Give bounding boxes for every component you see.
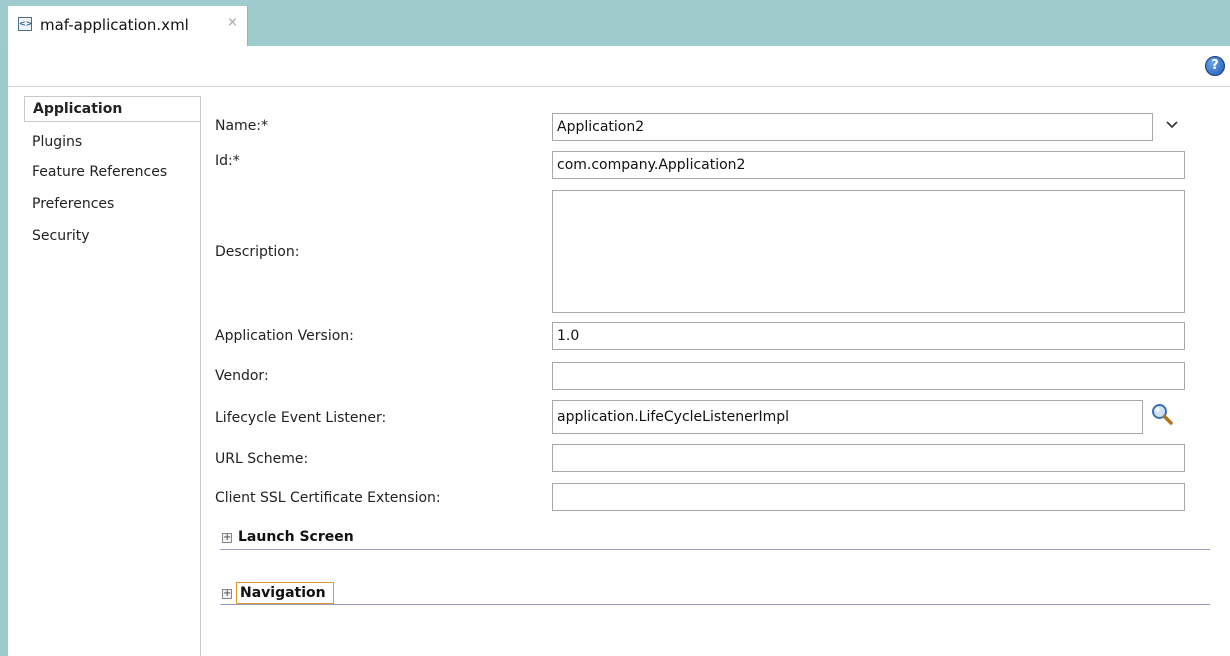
- editor-header: [8, 46, 1230, 87]
- nav-item-application[interactable]: Application: [24, 96, 200, 122]
- name-label: Name:*: [215, 118, 269, 134]
- version-field[interactable]: [552, 322, 1185, 350]
- vendor-field[interactable]: [552, 362, 1185, 390]
- xml-file-icon: <>: [18, 17, 32, 31]
- launch-screen-expand-icon[interactable]: +: [222, 533, 232, 543]
- editor-window: <> maf-application.xml × ? Application P…: [0, 0, 1230, 656]
- lifecycle-listener-field[interactable]: [552, 400, 1143, 434]
- tab-maf-application[interactable]: <> maf-application.xml ×: [8, 6, 248, 46]
- name-field[interactable]: [552, 113, 1153, 141]
- nav-item-security[interactable]: Security: [24, 224, 200, 248]
- help-icon[interactable]: ?: [1205, 56, 1225, 76]
- id-label: Id:*: [215, 153, 240, 169]
- navigation-header[interactable]: Navigation: [240, 585, 326, 605]
- overview-nav-panel: Application Plugins Feature References P…: [24, 96, 201, 656]
- version-label: Application Version:: [215, 328, 354, 344]
- editor-tab-bar: <> maf-application.xml ×: [0, 0, 1230, 46]
- nav-item-feature-references[interactable]: Feature References: [24, 160, 200, 184]
- close-icon[interactable]: ×: [227, 15, 238, 30]
- ssl-extension-field[interactable]: [552, 483, 1185, 511]
- navigation-expand-icon[interactable]: +: [222, 589, 232, 599]
- id-field[interactable]: [552, 151, 1185, 179]
- tab-title: maf-application.xml: [40, 16, 189, 34]
- nav-item-plugins[interactable]: Plugins: [24, 130, 200, 154]
- launch-screen-header[interactable]: Launch Screen: [238, 529, 354, 549]
- lifecycle-listener-label: Lifecycle Event Listener:: [215, 410, 387, 426]
- nav-item-preferences[interactable]: Preferences: [24, 192, 200, 216]
- navigation-divider: [220, 604, 1210, 605]
- search-icon[interactable]: [1150, 402, 1174, 426]
- vendor-label: Vendor:: [215, 368, 269, 384]
- chevron-down-icon[interactable]: [1164, 116, 1180, 132]
- description-field[interactable]: [552, 190, 1185, 313]
- url-scheme-label: URL Scheme:: [215, 451, 309, 467]
- left-edge-strip: [0, 0, 8, 656]
- url-scheme-field[interactable]: [552, 444, 1185, 472]
- launch-screen-divider: [220, 549, 1210, 550]
- ssl-extension-label: Client SSL Certificate Extension:: [215, 490, 441, 506]
- description-label: Description:: [215, 244, 300, 260]
